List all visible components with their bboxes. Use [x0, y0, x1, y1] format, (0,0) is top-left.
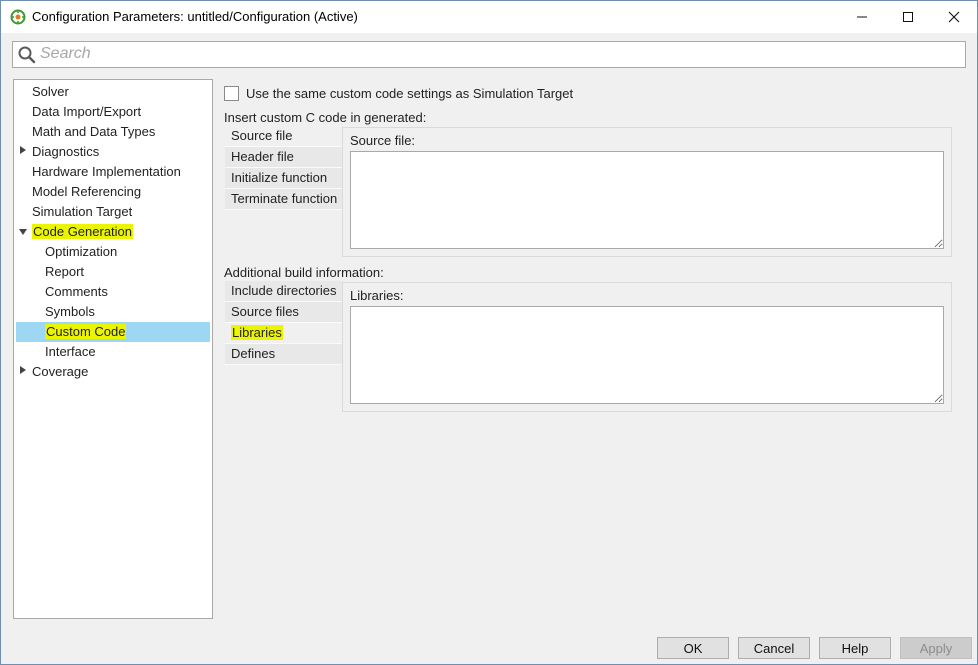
tree-item-label: Custom Code	[45, 324, 127, 339]
tree-item-label: Optimization	[45, 244, 118, 259]
tab-terminate-function[interactable]: Terminate function	[225, 189, 343, 210]
search-icon	[18, 46, 36, 64]
tree-item-label: Symbols	[45, 304, 95, 319]
tree-item-label: Simulation Target	[32, 204, 133, 219]
tab-libraries[interactable]: Libraries	[225, 323, 343, 344]
tree-item-custom-code[interactable]: Custom Code	[45, 322, 127, 342]
libraries-textarea[interactable]	[350, 306, 944, 404]
expand-triangle-icon[interactable]	[20, 146, 26, 154]
collapse-triangle-icon[interactable]	[19, 229, 27, 235]
tree-item-symbols[interactable]: Symbols	[45, 302, 95, 322]
close-button[interactable]	[931, 1, 977, 33]
tree-item-simulation-target[interactable]: Simulation Target	[32, 202, 132, 222]
tree-item-hardware-implementation[interactable]: Hardware Implementation	[32, 162, 181, 182]
tree-item-label: Interface	[45, 344, 96, 359]
custom-code-pane: Use the same custom code settings as Sim…	[214, 79, 964, 619]
cancel-button[interactable]: Cancel	[738, 637, 810, 659]
button-bar: OK Cancel Help Apply	[1, 627, 977, 664]
tab-header-file[interactable]: Header file	[225, 147, 343, 168]
minimize-button[interactable]	[839, 1, 885, 33]
tree-item-data-import-export[interactable]: Data Import/Export	[32, 102, 141, 122]
tab-include-directories[interactable]: Include directories	[225, 281, 343, 302]
maximize-icon	[903, 12, 913, 22]
source-file-label: Source file:	[350, 133, 416, 148]
tree-item-label: Math and Data Types	[32, 124, 156, 139]
insert-section-label: Insert custom C code in generated:	[224, 110, 427, 125]
tree-item-coverage[interactable]: Coverage	[32, 362, 88, 382]
minimize-icon	[857, 16, 867, 18]
category-tree: Solver Data Import/Export Math and Data …	[13, 79, 213, 619]
tree-item-label: Model Referencing	[32, 184, 142, 199]
search-input[interactable]	[40, 45, 940, 63]
tree-item-label: Coverage	[32, 364, 89, 379]
tree-item-optimization[interactable]: Optimization	[45, 242, 117, 262]
maximize-button[interactable]	[885, 1, 931, 33]
source-file-panel: Source file:	[342, 127, 952, 257]
tab-source-file[interactable]: Source file	[225, 126, 343, 147]
tree-item-label: Report	[45, 264, 85, 279]
same-settings-checkbox[interactable]	[224, 85, 239, 101]
tree-item-solver[interactable]: Solver	[32, 82, 69, 102]
window-title: Configuration Parameters: untitled/Confi…	[32, 9, 358, 24]
tree-item-report[interactable]: Report	[45, 262, 84, 282]
tab-initialize-function[interactable]: Initialize function	[225, 168, 343, 189]
tree-item-model-referencing[interactable]: Model Referencing	[32, 182, 141, 202]
expand-triangle-icon[interactable]	[20, 366, 26, 374]
source-file-textarea[interactable]	[350, 151, 944, 249]
apply-button[interactable]: Apply	[900, 637, 972, 659]
build-info-tabs: Include directories Source files Librari…	[225, 281, 343, 365]
tree-item-label: Code Generation	[32, 224, 134, 239]
search-bar	[12, 41, 966, 68]
tab-defines[interactable]: Defines	[225, 344, 343, 365]
tree-item-comments[interactable]: Comments	[45, 282, 108, 302]
libraries-label: Libraries:	[350, 288, 404, 303]
tree-item-label: Diagnostics	[32, 144, 100, 159]
help-button[interactable]: Help	[819, 637, 891, 659]
config-params-window: Configuration Parameters: untitled/Confi…	[0, 0, 978, 665]
tree-item-label: Data Import/Export	[32, 104, 142, 119]
tree-item-interface[interactable]: Interface	[45, 342, 96, 362]
tab-source-files[interactable]: Source files	[225, 302, 343, 323]
matlab-simulink-icon	[10, 9, 26, 25]
tree-item-label: Hardware Implementation	[32, 164, 181, 179]
ok-button[interactable]: OK	[657, 637, 729, 659]
same-settings-label: Use the same custom code settings as Sim…	[246, 85, 574, 101]
tree-item-math-and-data-types[interactable]: Math and Data Types	[32, 122, 155, 142]
close-icon	[948, 11, 960, 23]
tree-item-label: Solver	[32, 84, 69, 99]
tree-item-label: Comments	[45, 284, 108, 299]
insert-code-tabs: Source file Header file Initialize funct…	[225, 126, 343, 210]
tree-item-diagnostics[interactable]: Diagnostics	[32, 142, 99, 162]
tab-libraries-label: Libraries	[231, 325, 283, 340]
tree-item-code-generation[interactable]: Code Generation	[32, 222, 134, 242]
build-section-label: Additional build information:	[224, 265, 384, 280]
title-bar: Configuration Parameters: untitled/Confi…	[1, 1, 977, 33]
libraries-panel: Libraries:	[342, 282, 952, 412]
same-settings-row: Use the same custom code settings as Sim…	[224, 85, 573, 101]
